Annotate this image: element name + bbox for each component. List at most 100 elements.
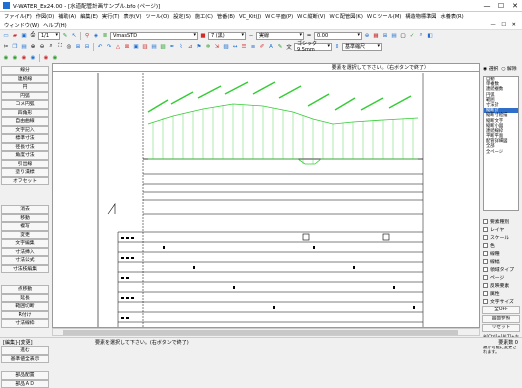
cmd-rectangle[interactable]: 四角形 — [1, 109, 49, 118]
menu-assist[interactable]: 補助(A) — [56, 13, 78, 20]
all-off-button[interactable]: 全OFF — [482, 306, 520, 314]
redo-icon[interactable]: ↷ — [105, 43, 113, 51]
menu-wc-piping[interactable]: ＷＣ配管図(K) — [327, 13, 364, 20]
mdi-window-buttons[interactable]: — ☐ ✕ — [489, 22, 522, 28]
arrow-icon[interactable]: ⇲ — [213, 43, 221, 51]
zoom-icon[interactable]: ⌕ — [417, 32, 425, 40]
cmd-erase[interactable]: 消去 — [1, 205, 49, 214]
text-size-icon[interactable]: A — [267, 43, 275, 51]
check-color[interactable]: 色 — [481, 241, 522, 249]
radio-release[interactable]: ○ 解除 — [501, 65, 516, 72]
redraw-icon[interactable]: ⊟ — [83, 43, 91, 51]
cmd-copy[interactable]: 複写 — [1, 222, 49, 231]
check-linewidth[interactable]: 線幅 — [481, 257, 522, 265]
font-combo[interactable]: ゴシック9.5mm — [294, 43, 332, 51]
new-file-icon[interactable]: ▭ — [2, 32, 10, 40]
menu-window[interactable]: ウィンドウ(W) — [2, 22, 41, 29]
measure-icon[interactable]: ⊿ — [186, 43, 194, 51]
save-icon[interactable]: ▣ — [20, 32, 28, 40]
frame-icon[interactable]: ▣ — [132, 43, 140, 51]
check-reflect[interactable]: 反映要素 — [481, 281, 522, 289]
bookmark-icon[interactable]: ⚑ — [195, 43, 203, 51]
brush-icon[interactable]: ⌇ — [177, 43, 185, 51]
layer-f-icon[interactable]: ◉ — [51, 54, 59, 62]
horizontal-scrollbar[interactable] — [52, 328, 480, 336]
cmd-angle-dim[interactable]: 角度寸法 — [1, 151, 49, 160]
edit-icon[interactable]: ✐ — [258, 43, 266, 51]
window-icon[interactable]: ▢ — [399, 32, 407, 40]
zoom-in-icon[interactable]: ⊕ — [29, 43, 37, 51]
close-button[interactable]: ✕ — [508, 0, 522, 12]
menu-edit[interactable]: 編集(E) — [78, 13, 100, 20]
mark-icon[interactable]: ✲ — [204, 43, 212, 51]
check-layer[interactable]: レイヤ — [481, 225, 522, 233]
zoom-prev-icon[interactable]: ◎ — [65, 43, 73, 51]
layer-b-icon[interactable]: ◉ — [11, 54, 19, 62]
menu-settings[interactable]: 設定(S) — [171, 13, 193, 20]
search-icon[interactable]: ⚲ — [83, 32, 91, 40]
stop-icon[interactable]: ⊠ — [123, 43, 131, 51]
extra-icon[interactable]: ◧ — [426, 32, 434, 40]
zoom-all-icon[interactable]: ⛶ — [56, 43, 64, 51]
check-linetype[interactable]: 線種 — [481, 249, 522, 257]
sheet-icon[interactable]: ▤ — [150, 43, 158, 51]
layer-a-icon[interactable]: ◉ — [2, 54, 10, 62]
cmd-range-cut[interactable]: 範囲切断 — [1, 302, 49, 311]
undo-icon[interactable]: ↶ — [96, 43, 104, 51]
cmd-part-place[interactable]: 部品配置 — [1, 371, 49, 380]
cmd-diameter-dim[interactable]: 径長寸法 — [1, 143, 49, 152]
line-width-icon[interactable]: ━ — [305, 32, 313, 40]
check-scale[interactable]: スケール — [481, 233, 522, 241]
cmd-leader[interactable]: 引出線 — [1, 160, 49, 169]
menu-draw[interactable]: 作図(D) — [34, 13, 56, 20]
print-icon[interactable]: ⎙ — [29, 32, 37, 40]
page-combo[interactable]: 1/1 — [38, 32, 60, 40]
linetype-icon[interactable]: ┄ — [247, 32, 255, 40]
cmd-point-move[interactable]: 点移動 — [1, 285, 49, 294]
menu-wc-plan[interactable]: ＷＣ平面(P) — [263, 13, 295, 20]
line-type-combo[interactable]: 実線 — [256, 32, 304, 40]
grid-icon[interactable]: ▦ — [372, 32, 380, 40]
cmd-arc-corner[interactable]: コメ円弧 — [1, 100, 49, 109]
cmd-fillet[interactable]: R付け — [1, 311, 49, 320]
menu-pipe-number[interactable]: 管番(B) — [215, 13, 237, 20]
cmd-text[interactable]: 文字記入 — [1, 126, 49, 135]
layer-d-icon[interactable]: ◉ — [29, 54, 37, 62]
layer-e-icon[interactable]: ◉ — [42, 54, 50, 62]
text-icon[interactable]: 文 — [285, 43, 293, 51]
filter-list[interactable]: 自動 単複数 連続複数 円弧 範囲 寸法計 縦断計 縦断寸絵描 縦断文字 縦断小… — [483, 76, 519, 211]
cmd-change[interactable]: 変更 — [1, 231, 49, 240]
cmd-fit-all[interactable]: 基準値全表示 — [1, 355, 49, 364]
cmd-arc[interactable]: 円弧 — [1, 92, 49, 101]
zoom-out-icon[interactable]: ⊖ — [38, 43, 46, 51]
snap-icon[interactable]: ⊕ — [363, 32, 371, 40]
line-width-combo[interactable]: 0.00 — [314, 32, 362, 40]
layer-combo[interactable]: VmasSTD — [110, 32, 198, 40]
menu-water-table[interactable]: 水養表(R) — [438, 13, 465, 20]
menu-wc-tools[interactable]: ＷＣツール(M) — [365, 13, 403, 20]
open-folder-icon[interactable]: ▰ — [11, 32, 19, 40]
zoom-window-icon[interactable]: ⌕ — [47, 43, 55, 51]
cut-icon[interactable]: ✂ — [2, 43, 10, 51]
triangle-icon[interactable]: △ — [114, 43, 122, 51]
check-page[interactable]: ページ — [481, 273, 522, 281]
reset-button[interactable]: リセット — [482, 324, 520, 332]
layer-icon[interactable]: ◈ — [92, 32, 100, 40]
paste-icon[interactable]: ▤ — [20, 43, 28, 51]
pen-icon[interactable]: ✎ — [61, 32, 69, 40]
edit-list-icon[interactable]: ≡ — [249, 43, 257, 51]
cmd-move[interactable]: 移動 — [1, 214, 49, 223]
scale-combo[interactable]: 基準縮尺 — [342, 43, 382, 51]
copy-icon[interactable]: ❐ — [11, 43, 19, 51]
cmd-offset[interactable]: オフセット — [1, 177, 49, 186]
cmd-redo[interactable]: 進む — [1, 346, 49, 355]
cmd-polyline[interactable]: 連続線 — [1, 75, 49, 84]
check-element-type[interactable]: 要素種別 — [481, 217, 522, 225]
cmd-freehand[interactable]: 自由曲線 — [1, 117, 49, 126]
cmd-dimension[interactable]: 標準寸法 — [1, 134, 49, 143]
cmd-dim-frame[interactable]: 寸法線枠 — [1, 319, 49, 328]
pen-tool-icon[interactable]: ✒ — [168, 43, 176, 51]
menu-file[interactable]: ファイル(F) — [2, 13, 34, 20]
ortho-icon[interactable]: ⊞ — [381, 32, 389, 40]
scale-icon[interactable]: ⇕ — [333, 43, 341, 51]
